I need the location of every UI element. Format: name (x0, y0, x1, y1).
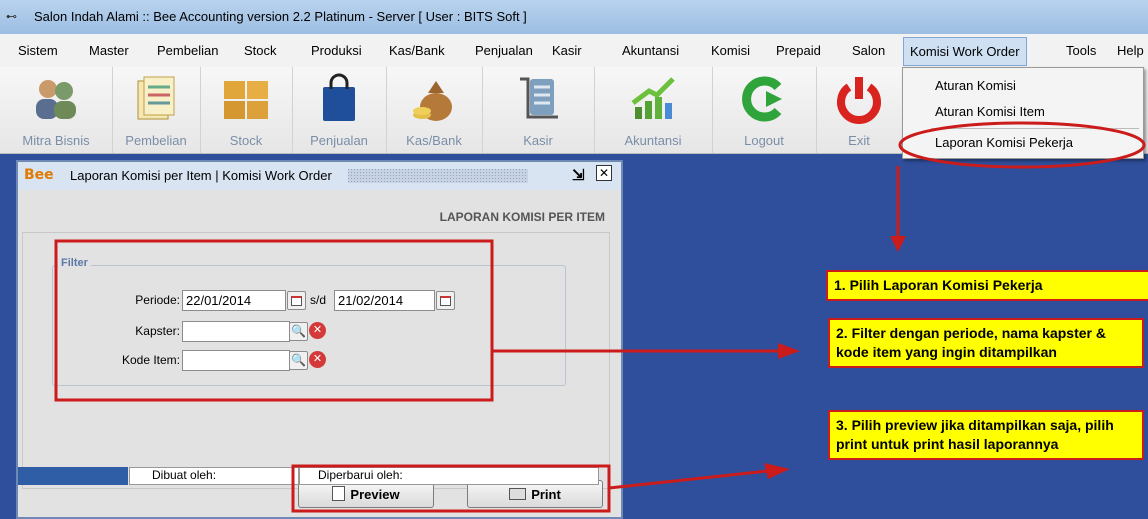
arrow-head (778, 343, 800, 359)
arrow-line (608, 469, 769, 490)
arrow-head (890, 236, 906, 252)
callout-step-1: 1. Pilih Laporan Komisi Pekerja (826, 270, 1148, 301)
filter-highlight-box (54, 239, 494, 402)
highlight-ellipse (898, 121, 1146, 169)
buttons-highlight-box (291, 464, 611, 513)
callout-step-2: 2. Filter dengan periode, nama kapster &… (828, 318, 1144, 368)
arrow-head (764, 463, 790, 479)
callout-step-3: 3. Pilih preview jika ditampilkan saja, … (828, 410, 1144, 460)
